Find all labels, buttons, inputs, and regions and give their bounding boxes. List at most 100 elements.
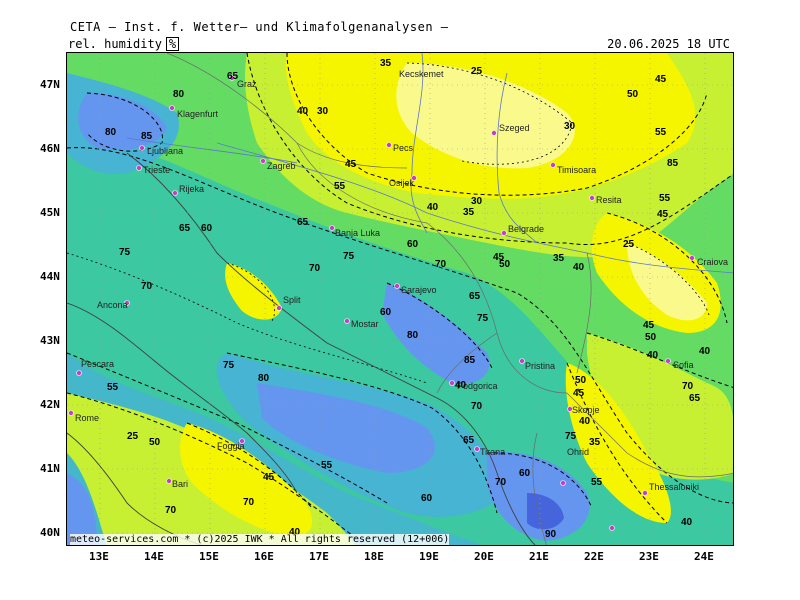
map-subheader: rel. humidity% 20.06.2025 18 UTC xyxy=(66,37,734,51)
contour-label: 80 xyxy=(258,373,270,384)
contour-label: 55 xyxy=(321,460,333,471)
city-marker xyxy=(172,190,178,196)
contour-label: 60 xyxy=(519,468,531,479)
city-marker xyxy=(276,305,282,311)
city-name: Ljubljana xyxy=(147,146,183,156)
contour-label: 80 xyxy=(105,127,117,138)
parameter-label: rel. humidity% xyxy=(68,37,180,51)
contour-label: 80 xyxy=(407,330,419,341)
city-marker xyxy=(386,142,392,148)
contour-label: 30 xyxy=(317,106,329,117)
city-name: Bari xyxy=(172,479,188,489)
contour-label: 25 xyxy=(623,239,635,250)
contour-label: 40 xyxy=(573,262,585,273)
contour-label: 70 xyxy=(309,263,321,274)
lon-label: 24E xyxy=(694,550,714,563)
contour-label: 75 xyxy=(477,313,489,324)
city-name: Craiova xyxy=(697,257,728,267)
lon-label: 20E xyxy=(474,550,494,563)
lon-label: 22E xyxy=(584,550,604,563)
contour-label: 45 xyxy=(655,74,667,85)
humidity-map: Graz Klagenfurt Ljubljana Zagreb Trieste… xyxy=(66,52,734,546)
lat-label: 44N xyxy=(40,270,60,283)
contour-label: 45 xyxy=(657,209,669,220)
city-name: Rijeka xyxy=(179,184,204,194)
contour-label: 30 xyxy=(564,121,576,132)
lat-label: 46N xyxy=(40,142,60,155)
contour-label: 60 xyxy=(407,239,419,250)
contour-label: 35 xyxy=(589,437,601,448)
contour-label: 65 xyxy=(469,291,481,302)
city-name: Sarajevo xyxy=(401,285,437,295)
contour-label: 65 xyxy=(463,435,475,446)
contour-label: 35 xyxy=(380,58,392,69)
city-name: Kecskemet xyxy=(399,69,444,79)
contour-label: 65 xyxy=(297,217,309,228)
city-marker xyxy=(329,225,335,231)
lat-label: 45N xyxy=(40,206,60,219)
contour-label: 65 xyxy=(689,393,701,404)
contour-label: 70 xyxy=(165,505,177,516)
city-name: Pristina xyxy=(525,361,555,371)
unit-box: % xyxy=(165,37,180,51)
city-name: Banja Luka xyxy=(335,228,380,238)
contour-label: 50 xyxy=(499,259,511,270)
lat-label: 41N xyxy=(40,462,60,475)
city-marker xyxy=(665,358,671,364)
contour-label: 70 xyxy=(243,497,255,508)
contour-label: 85 xyxy=(667,158,679,169)
contour-label: 40 xyxy=(455,380,467,391)
city-marker xyxy=(260,158,266,164)
contour-label: 65 xyxy=(227,71,239,82)
city-marker xyxy=(169,105,175,111)
city-name: Trieste xyxy=(143,165,170,175)
city-name: Osijek xyxy=(389,178,415,188)
city-name: Zagreb xyxy=(267,161,296,171)
contour-label: 70 xyxy=(471,401,483,412)
humidity-map-svg: Graz Klagenfurt Ljubljana Zagreb Trieste… xyxy=(67,53,733,545)
map-title: CETA — Inst. f. Wetter— und Klimafolgena… xyxy=(70,20,449,34)
contour-label: 50 xyxy=(627,89,639,100)
city-marker xyxy=(689,255,695,261)
contour-label: 45 xyxy=(573,388,585,399)
city-marker xyxy=(449,380,455,386)
city-marker xyxy=(136,165,142,171)
contour-label: 55 xyxy=(334,181,346,192)
city-name: Sofia xyxy=(673,360,694,370)
city-name: Ohrid xyxy=(567,447,589,457)
contour-label: 75 xyxy=(343,251,355,262)
city-marker xyxy=(560,480,566,486)
lon-label: 17E xyxy=(309,550,329,563)
contour-label: 60 xyxy=(201,223,213,234)
contour-label: 55 xyxy=(655,127,667,138)
contour-label: 75 xyxy=(565,431,577,442)
contour-label: 55 xyxy=(659,193,671,204)
contour-label: 60 xyxy=(380,307,392,318)
city-name: Skopje xyxy=(572,405,600,415)
city-marker xyxy=(589,195,595,201)
contour-label: 50 xyxy=(645,332,657,343)
lon-label: 14E xyxy=(144,550,164,563)
city-name: Pescara xyxy=(81,359,114,369)
contour-label: 25 xyxy=(127,431,139,442)
lon-label: 23E xyxy=(639,550,659,563)
city-name: Pecs xyxy=(393,143,414,153)
city-marker xyxy=(550,162,556,168)
lon-label: 21E xyxy=(529,550,549,563)
city-marker xyxy=(519,358,525,364)
city-marker xyxy=(76,370,82,376)
contour-label: 85 xyxy=(141,131,153,142)
city-marker xyxy=(609,525,615,531)
contour-label: 90 xyxy=(545,529,557,540)
contour-label: 35 xyxy=(553,253,565,264)
city-name: Graz xyxy=(237,79,257,89)
city-name: Thessaloniki xyxy=(649,482,699,492)
city-marker xyxy=(68,410,74,416)
contour-label: 75 xyxy=(119,247,131,258)
lon-label: 15E xyxy=(199,550,219,563)
valid-time: 20.06.2025 18 UTC xyxy=(607,37,730,51)
contour-label: 40 xyxy=(699,346,711,357)
city-marker xyxy=(394,283,400,289)
contour-label: 70 xyxy=(435,259,447,270)
city-marker xyxy=(344,318,350,324)
